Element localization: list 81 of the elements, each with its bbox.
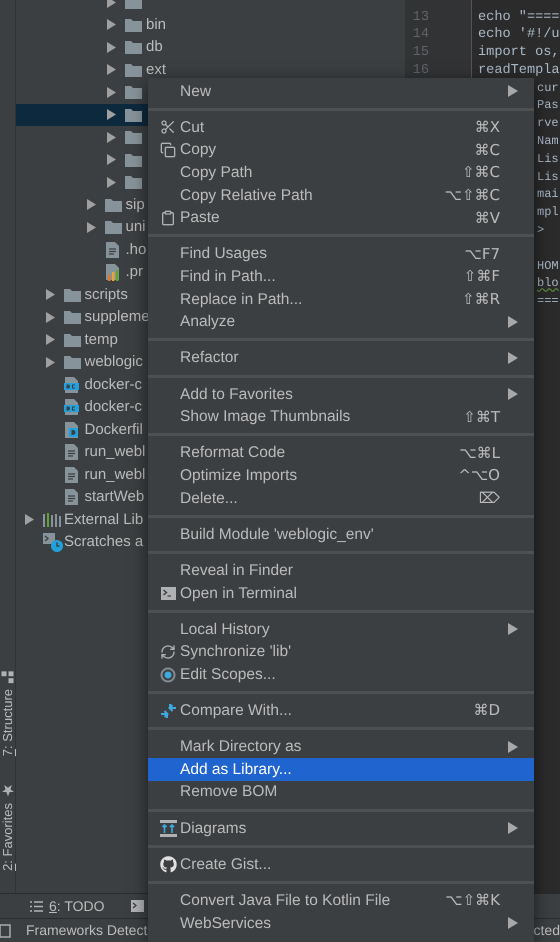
menu-item-label: Add to Favorites bbox=[180, 384, 293, 405]
menu-item-label: Build Module 'weblogic_env' bbox=[180, 524, 374, 545]
menu-item-label: Local History bbox=[180, 620, 270, 640]
shortcut-label: ⌘X bbox=[474, 117, 500, 138]
status-message: cted bbox=[534, 921, 560, 940]
tree-item-label: Scratches a bbox=[64, 532, 144, 552]
code-text: echo "==== bbox=[478, 10, 560, 24]
menu-item-label: Refactor bbox=[180, 348, 239, 368]
shortcut-label: ⇧⌘F bbox=[464, 266, 500, 288]
tree-item-label: docker-c bbox=[84, 397, 142, 417]
code-text: > bbox=[537, 223, 544, 238]
code-text: readTempla bbox=[478, 62, 560, 78]
tree-item-label: weblogic bbox=[84, 352, 143, 372]
tree-item-label: bin bbox=[146, 14, 166, 34]
shortcut-label: ⌦ bbox=[478, 488, 500, 509]
menu-item-label: Find Usages bbox=[180, 244, 268, 264]
menu-item-label: Delete... bbox=[180, 488, 238, 509]
tree-item-label: temp bbox=[84, 330, 118, 350]
tree-item-label: db bbox=[146, 37, 163, 57]
tree-item-label: docker-c bbox=[84, 374, 142, 394]
code-text: import os, bbox=[478, 45, 560, 60]
shortcut-label: ^⌥O bbox=[458, 465, 500, 486]
shortcut-label: ⇧⌘R bbox=[462, 288, 500, 310]
menu-item-label: Cut bbox=[180, 118, 204, 138]
shortcut-label: ⌘V bbox=[474, 208, 500, 229]
menu-item-label: Open in Terminal bbox=[180, 584, 297, 604]
menu-item-label: Reformat Code bbox=[180, 443, 286, 464]
shortcut-label: ⇧⌘T bbox=[463, 406, 500, 428]
menu-item-label: Create Gist... bbox=[180, 854, 272, 875]
tree-item-label: Dockerfil bbox=[84, 420, 143, 440]
tree-item-label: suppleme bbox=[84, 307, 150, 327]
menu-item-label: New bbox=[180, 82, 212, 102]
code-text: === bbox=[537, 294, 559, 308]
menu-item-label: Replace in Path... bbox=[180, 290, 302, 310]
code-text: cur bbox=[537, 80, 559, 95]
tree-item-label: run_webl bbox=[84, 464, 146, 484]
tree-item-label: run_webl bbox=[84, 442, 146, 462]
code-text: Pas bbox=[537, 98, 559, 112]
menu-item-label: Convert Java File to Kotlin File bbox=[180, 891, 390, 912]
shortcut-label: ⇧⌘C bbox=[462, 162, 500, 184]
menu-item-label: Remove BOM bbox=[180, 782, 278, 802]
code-text: HOM bbox=[537, 258, 559, 273]
menu-item-label: Optimize Imports bbox=[180, 466, 298, 486]
tree-item-label: sip bbox=[126, 194, 145, 214]
tree-item-label: .pr bbox=[126, 262, 144, 282]
shortcut-label: ⌥⇧⌘C bbox=[444, 185, 500, 206]
code-text: mai bbox=[537, 187, 559, 202]
shortcut-label: ⌥⌘L bbox=[459, 442, 500, 464]
code-text: Lis bbox=[537, 170, 559, 184]
menu-item-label: WebServices bbox=[180, 914, 272, 934]
shortcut-label: ⌥⇧⌘K bbox=[445, 890, 500, 912]
menu-item-label: Copy bbox=[180, 140, 216, 160]
tree-item-label: uni bbox=[126, 217, 146, 237]
shortcut-label: ⌘D bbox=[473, 700, 500, 722]
menu-item-label: Synchronize 'lib' bbox=[180, 642, 292, 662]
code-text: blo bbox=[537, 276, 559, 290]
code-text: echo '#!/u bbox=[478, 27, 560, 42]
code-text: rve bbox=[537, 116, 559, 130]
code-text: Nam bbox=[537, 134, 559, 148]
menu-item-label: Add as Library... bbox=[180, 760, 292, 780]
shortcut-label: ⌘C bbox=[474, 140, 500, 161]
menu-item-label: Mark Directory as bbox=[180, 737, 302, 758]
menu-item-label: Reveal in Finder bbox=[180, 560, 293, 581]
menu-item-label: Find in Path... bbox=[180, 267, 276, 288]
menu-item-label: Copy Relative Path bbox=[180, 186, 313, 206]
menu-item-label: Paste bbox=[180, 208, 220, 228]
menu-item-label: Show Image Thumbnails bbox=[180, 407, 350, 428]
code-text: mpl bbox=[537, 205, 559, 220]
status-message: Frameworks Detect bbox=[26, 921, 148, 940]
menu-item-label: Edit Scopes... bbox=[180, 664, 276, 685]
tree-item-label: .ho bbox=[126, 240, 146, 260]
tree-item-label: scripts bbox=[84, 284, 128, 304]
code-text: Lis bbox=[537, 152, 559, 166]
menu-item-label: Compare With... bbox=[180, 701, 292, 722]
menu-item-label: Copy Path bbox=[180, 163, 252, 184]
menu-item-label: Analyze bbox=[180, 312, 236, 332]
tree-item-label: ext bbox=[146, 60, 166, 80]
shortcut-label: ⌥F7 bbox=[464, 244, 500, 265]
menu-item-label: Diagrams bbox=[180, 818, 246, 839]
tree-item-label: External Lib bbox=[64, 510, 144, 530]
tree-item-label: startWeb bbox=[84, 487, 144, 507]
